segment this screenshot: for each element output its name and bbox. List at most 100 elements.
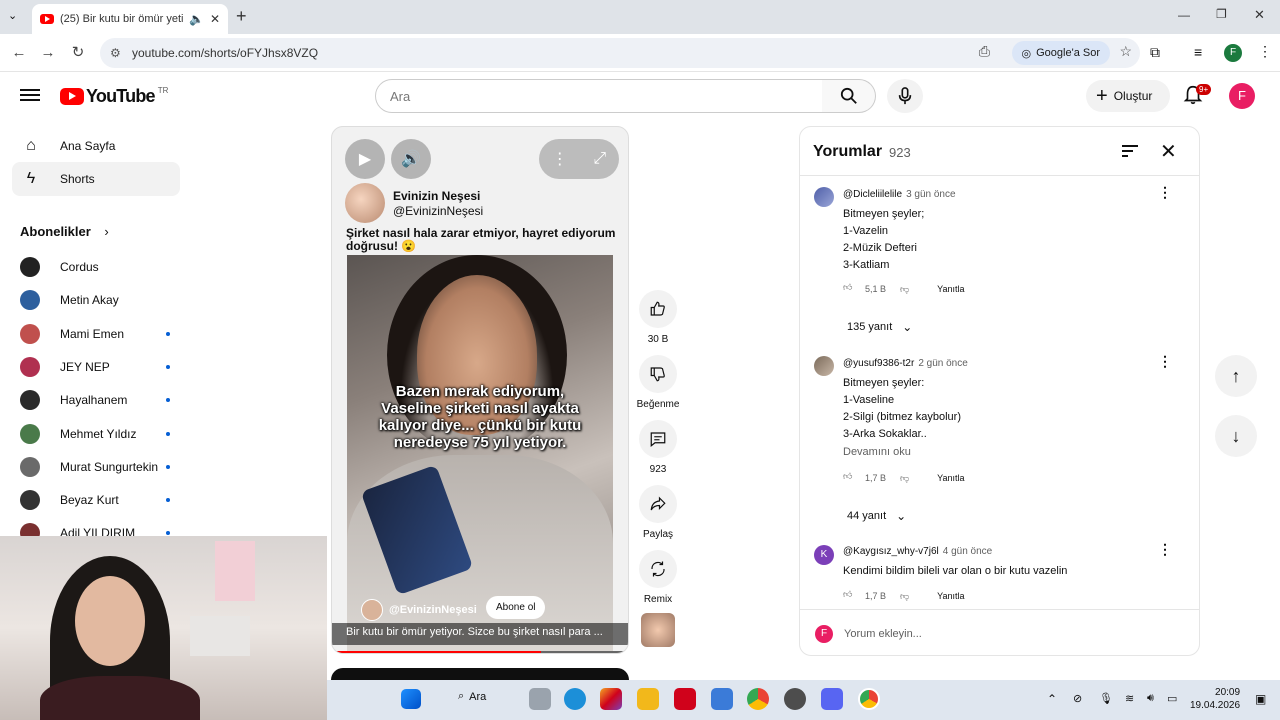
- comment-avatar[interactable]: K: [814, 545, 834, 565]
- account-avatar[interactable]: F: [1229, 83, 1255, 109]
- tray-icon[interactable]: ⊘: [1073, 692, 1082, 705]
- add-comment-input[interactable]: F Yorum ekleyin...: [800, 609, 1199, 655]
- channel-handle[interactable]: @EvinizinNeşesi: [393, 204, 483, 218]
- notification-center-icon[interactable]: ▣: [1255, 692, 1266, 706]
- search-input[interactable]: Ara: [375, 79, 823, 113]
- sidebar-item-home[interactable]: ⌂ Ana Sayfa: [12, 129, 180, 163]
- extensions-icon[interactable]: ⧉: [1150, 44, 1160, 61]
- comment-time[interactable]: 3 gün önce: [906, 189, 956, 200]
- site-info-icon[interactable]: ⚙: [110, 46, 124, 60]
- sidebar-item-shorts[interactable]: ϟ Shorts: [12, 162, 180, 196]
- bookmark-star-icon[interactable]: ☆: [1119, 43, 1132, 60]
- subscriptions-heading[interactable]: Abonelikler ›: [20, 224, 109, 239]
- restore-button[interactable]: ❐: [1216, 7, 1227, 21]
- thumbs-down-icon[interactable]: 👎︎: [900, 284, 909, 295]
- chevron-up-icon[interactable]: ⌃: [1047, 692, 1057, 706]
- comment-time[interactable]: 2 gün önce: [918, 358, 968, 369]
- sidebar-subscription-item[interactable]: Mehmet Yıldız: [20, 420, 170, 448]
- speaker-icon[interactable]: 🔈: [189, 12, 204, 26]
- thumbs-down-icon[interactable]: 👎︎: [900, 591, 909, 602]
- sidebar-subscription-item[interactable]: Mami Emen: [20, 320, 170, 348]
- dislike-action[interactable]: Beğenme: [636, 355, 680, 410]
- channel-name[interactable]: Evinizin Neşesi: [393, 189, 480, 203]
- sidebar-subscription-item[interactable]: Murat Sungurtekin: [20, 453, 170, 481]
- task-view-icon[interactable]: [529, 688, 551, 710]
- comment-author[interactable]: @Dicleliilelile: [843, 189, 902, 200]
- comment-more-icon[interactable]: ⋮: [1158, 185, 1172, 199]
- ask-google-button[interactable]: ◎ Google'a Sor: [1011, 41, 1110, 65]
- comment-author[interactable]: @yusuf9386-t2r: [843, 358, 914, 369]
- wps-office-icon[interactable]: [674, 688, 696, 710]
- channel-avatar[interactable]: [345, 183, 385, 223]
- sidebar-subscription-item[interactable]: JEY NEP: [20, 353, 170, 381]
- volume-tray-icon[interactable]: 🔊︎: [1147, 692, 1154, 705]
- chrome-profile-icon[interactable]: [858, 688, 880, 710]
- url-input[interactable]: ⚙ youtube.com/shorts/oFYJhsx8VZQ ⎙ ◎ Goo…: [100, 38, 1140, 68]
- thumbs-up-icon[interactable]: 👍︎: [843, 589, 857, 603]
- read-more-link[interactable]: Devamını oku: [843, 446, 911, 458]
- taskbar-search[interactable]: ⌕ Ara: [458, 690, 486, 703]
- windows-start-icon[interactable]: [401, 689, 421, 709]
- comments-action[interactable]: 923: [639, 420, 677, 475]
- copilot-icon[interactable]: [600, 688, 622, 710]
- minimize-button[interactable]: —: [1178, 8, 1190, 22]
- voice-search-button[interactable]: [887, 79, 923, 113]
- volume-button[interactable]: 🔊: [391, 139, 431, 179]
- comment-avatar[interactable]: [814, 356, 834, 376]
- shorts-player[interactable]: ▶ 🔊 ⋮ ⤢ Evinizin Neşesi @EvinizinNeşesi …: [331, 126, 629, 654]
- microphone-tray-icon[interactable]: 🎙︎: [1099, 692, 1113, 705]
- sidebar-subscription-item[interactable]: Metin Akay: [20, 286, 170, 314]
- sound-thumbnail[interactable]: [641, 613, 675, 647]
- share-icon[interactable]: [639, 485, 677, 523]
- next-short-button[interactable]: ↓: [1215, 415, 1257, 457]
- battery-icon[interactable]: ▭: [1167, 692, 1177, 705]
- back-button[interactable]: ←: [8, 42, 30, 64]
- replies-toggle[interactable]: 44 yanıt ⌄: [847, 509, 906, 523]
- forward-button[interactable]: →: [37, 42, 59, 64]
- reply-button[interactable]: Yanıtla: [937, 591, 964, 601]
- comment-more-icon[interactable]: ⋮: [1158, 354, 1172, 368]
- subscribe-button[interactable]: Abone ol: [486, 596, 546, 619]
- create-button[interactable]: + Oluştur: [1086, 80, 1170, 112]
- sidebar-subscription-item[interactable]: Hayalhanem: [20, 386, 170, 414]
- video-progress-bar[interactable]: [332, 651, 628, 653]
- more-options-icon[interactable]: ⋮: [552, 149, 568, 169]
- thumbs-up-icon[interactable]: 👍︎: [843, 471, 857, 485]
- sort-icon[interactable]: [1120, 141, 1140, 161]
- browser-tab-active[interactable]: (25) Bir kutu bir ömür yetiyor... 🔈 ✕: [32, 4, 228, 34]
- new-tab-button[interactable]: +: [236, 6, 247, 27]
- discord-icon[interactable]: [821, 688, 843, 710]
- thumbs-down-icon[interactable]: [639, 355, 677, 393]
- file-explorer-icon[interactable]: [637, 688, 659, 710]
- sidebar-subscription-item[interactable]: Beyaz Kurt: [20, 486, 170, 514]
- media-controls-icon[interactable]: ≡: [1194, 44, 1202, 60]
- obs-icon[interactable]: [784, 688, 806, 710]
- reply-button[interactable]: Yanıtla: [937, 284, 964, 294]
- close-window-button[interactable]: ✕: [1254, 7, 1265, 23]
- like-action[interactable]: 30 B: [639, 290, 677, 345]
- play-button[interactable]: ▶: [345, 139, 385, 179]
- close-tab-icon[interactable]: ✕: [210, 12, 220, 26]
- thumbs-down-icon[interactable]: 👎︎: [900, 473, 909, 484]
- comment-more-icon[interactable]: ⋮: [1158, 542, 1172, 556]
- share-action[interactable]: Paylaş: [639, 485, 677, 540]
- browser-menu-icon[interactable]: ⋮: [1258, 43, 1272, 60]
- replies-toggle[interactable]: 135 yanıt ⌄: [847, 320, 912, 334]
- chrome-icon[interactable]: [747, 688, 769, 710]
- sidebar-subscription-item[interactable]: Cordus: [20, 253, 170, 281]
- profile-avatar[interactable]: F: [1224, 44, 1242, 62]
- thumbs-up-icon[interactable]: 👍︎: [843, 282, 857, 296]
- comment-avatar[interactable]: [814, 187, 834, 207]
- video-channel-tag[interactable]: @EvinizinNeşesi: [361, 599, 477, 621]
- edge-icon[interactable]: [564, 688, 586, 710]
- comment-time[interactable]: 4 gün önce: [943, 546, 993, 557]
- hamburger-menu-icon[interactable]: [20, 86, 40, 106]
- comment-icon[interactable]: [639, 420, 677, 458]
- fullscreen-icon[interactable]: ⤢: [593, 150, 606, 168]
- close-comments-icon[interactable]: ✕: [1160, 139, 1177, 164]
- search-button[interactable]: [822, 79, 876, 113]
- comment-author[interactable]: @Kaygısız_why-v7j6l: [843, 546, 939, 557]
- previous-short-button[interactable]: ↑: [1215, 355, 1257, 397]
- install-app-icon[interactable]: ⎙: [979, 43, 990, 60]
- thumbs-up-icon[interactable]: [639, 290, 677, 328]
